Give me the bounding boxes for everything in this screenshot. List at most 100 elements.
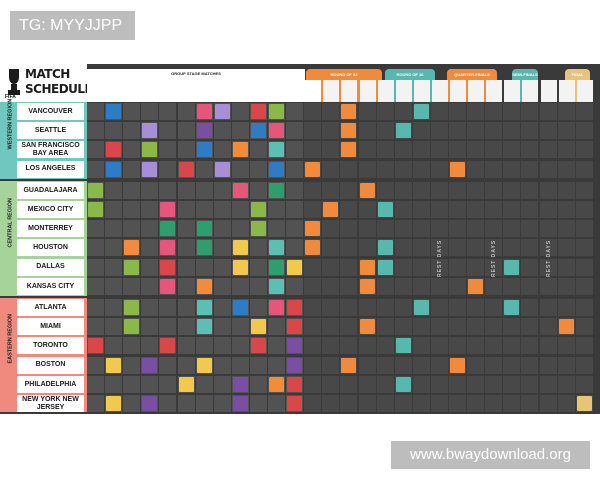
date-column-header [250,80,267,102]
schedule-cell [412,356,430,374]
schedule-grid: REST DAYS REST DAYS REST DAYS [87,102,593,412]
date-column-header [196,80,213,102]
schedule-cell [575,201,593,218]
schedule-cell [87,258,104,276]
schedule-cell [467,122,485,140]
schedule-cell [575,220,593,238]
schedule-cell [249,356,267,374]
schedule-cell [123,103,141,120]
date-column-header [178,80,195,102]
schedule-cell [467,337,485,355]
match-marker [142,396,158,411]
schedule-cell [123,201,141,218]
schedule-cell [87,356,104,374]
schedule-cell [430,181,448,199]
schedule-cell [322,239,340,257]
schedule-cell [159,299,177,316]
schedule-cell [521,277,539,295]
schedule-cell [539,395,557,412]
schedule-cell [87,141,104,159]
match-marker [106,104,122,119]
match-marker [232,376,248,392]
schedule-cell [322,103,340,120]
schedule-cell [87,122,104,140]
schedule-cell [322,277,340,295]
schedule-cell [141,239,159,257]
region-band: CENTRAL REGION [0,181,17,296]
schedule-cell [177,258,195,276]
knockout-match-marker [377,202,393,217]
schedule-cell [231,122,249,140]
schedule-cell [286,220,304,238]
schedule-cell [195,160,213,178]
knockout-match-marker [395,338,411,354]
schedule-cell [304,103,322,120]
match-marker [250,104,266,119]
schedule-cell [123,141,141,159]
title-line-1: MATCH [25,67,70,81]
schedule-cell [539,201,557,218]
schedule-cell [177,318,195,336]
schedule-cell [503,277,521,295]
match-marker [106,142,122,158]
schedule-cell [503,141,521,159]
schedule-cell [503,375,521,393]
schedule-cell [557,299,575,316]
schedule-cell [575,160,593,178]
schedule-cell [394,277,412,295]
schedule-cell [322,337,340,355]
schedule-cell [575,375,593,393]
schedule-cell [412,181,430,199]
match-marker [196,357,212,373]
schedule-cell [376,220,394,238]
schedule-cell [539,181,557,199]
schedule-cell [521,318,539,336]
schedule-cell [123,356,141,374]
match-marker [178,161,194,177]
schedule-cell [575,318,593,336]
schedule-cell [213,141,231,159]
schedule-cell [449,220,466,238]
match-marker [269,278,284,294]
match-marker [142,161,158,177]
city-label: MONTERREY [17,220,84,238]
date-column-header [413,80,430,102]
schedule-cell [105,201,123,218]
schedule-cell [231,220,249,238]
schedule-cell [87,160,104,178]
schedule-cell [557,277,575,295]
schedule-cell [557,141,575,159]
schedule-cell [503,239,521,257]
schedule-cell [231,160,249,178]
schedule-cell [123,395,141,412]
schedule-cell [87,220,104,238]
match-marker [287,357,303,373]
schedule-cell [503,160,521,178]
schedule-cell [286,181,304,199]
schedule-cell [286,122,304,140]
schedule-cell [177,299,195,316]
schedule-cell [105,299,123,316]
schedule-cell [485,181,503,199]
match-marker [88,338,103,354]
schedule-cell [195,375,213,393]
schedule-cell [177,122,195,140]
schedule-cell [87,103,104,120]
schedule-cell [575,356,593,374]
schedule-cell [213,337,231,355]
city-label: MEXICO CITY [17,201,84,218]
match-marker [250,338,266,354]
date-column-header [160,80,177,102]
schedule-cell [575,141,593,159]
date-column-header [504,80,521,102]
date-column-header [377,80,394,102]
schedule-cell [358,201,376,218]
schedule-cell [376,318,394,336]
city-label: PHILADELPHIA [17,375,84,393]
match-marker [269,259,284,275]
schedule-cell [449,141,466,159]
schedule-cell [249,160,267,178]
city-label: VANCOUVER [17,103,84,120]
schedule-cell [394,103,412,120]
schedule-cell [213,277,231,295]
